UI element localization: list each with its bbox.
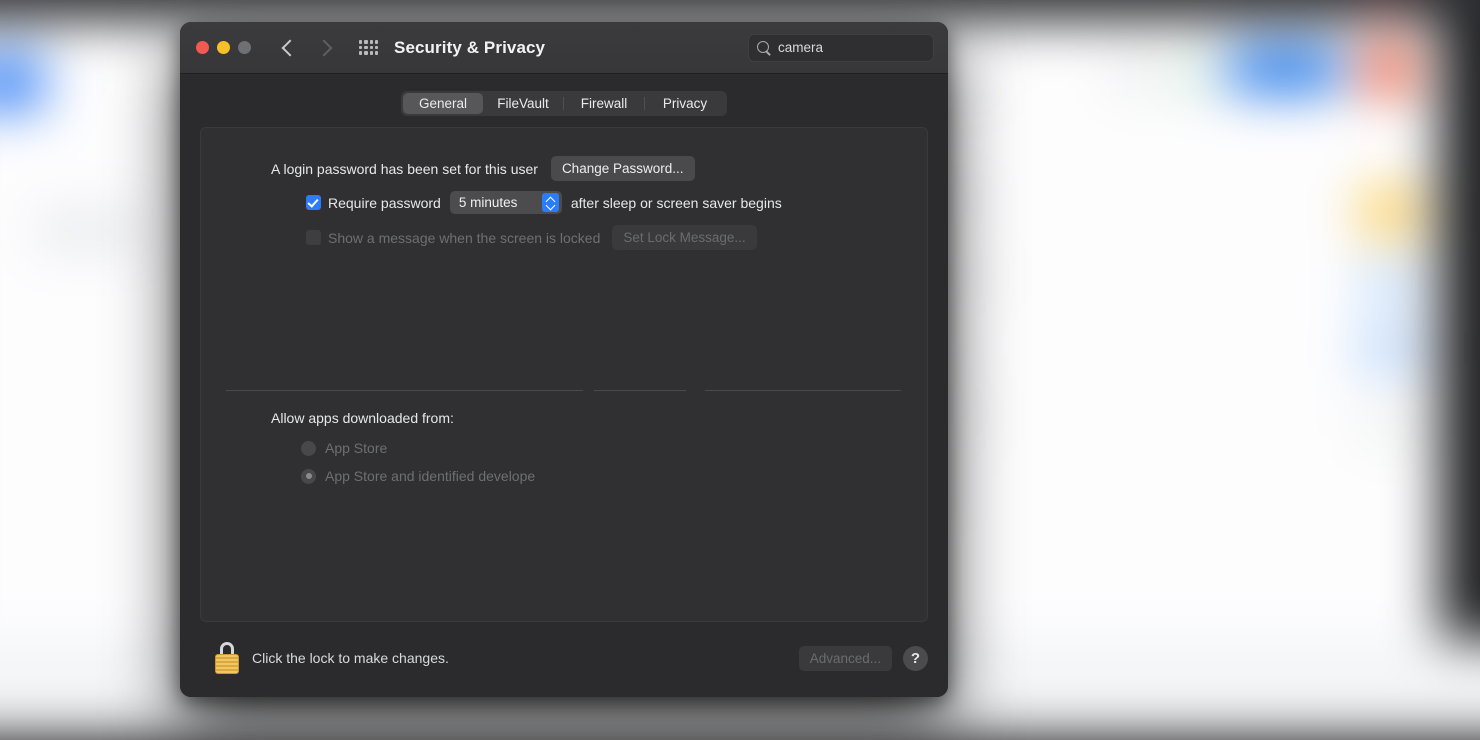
background-sidebar-accent <box>0 55 45 110</box>
search-input[interactable] <box>778 40 948 55</box>
app-store-radio-label: App Store <box>325 440 388 456</box>
search-field[interactable] <box>748 33 948 62</box>
tab-filevault[interactable]: FileVault <box>483 93 563 114</box>
require-password-row: Require password 5 minutes after sleep o… <box>226 191 902 214</box>
background-tile-blue-1 <box>1362 260 1414 304</box>
allow-apps-title: Allow apps downloaded from: <box>271 410 454 426</box>
preference-tabs: General FileVault Firewall Privacy <box>401 91 727 116</box>
navigation-buttons <box>279 39 333 57</box>
password-status-row: A login password has been set for this u… <box>226 156 902 181</box>
window-titlebar: Security & Privacy <box>180 22 948 74</box>
require-password-suffix-label: after sleep or screen saver begins <box>570 194 782 211</box>
window-bottom-bar: Click the lock to make changes. Advanced… <box>180 619 948 697</box>
background-tile-blue-2 <box>1358 325 1418 373</box>
background-menubar-red-item <box>1375 0 1397 11</box>
background-chip-2 <box>35 210 140 250</box>
show-all-grid-icon[interactable] <box>359 40 378 55</box>
require-password-interval-value: 5 minutes <box>458 195 518 210</box>
lock-message-label: Show a message when the screen is locked <box>328 229 601 246</box>
advanced-button[interactable]: Advanced... <box>798 645 892 671</box>
bottom-actions: Advanced... ? <box>798 645 928 671</box>
tab-privacy[interactable]: Privacy <box>645 93 725 114</box>
lock-message-checkbox[interactable] <box>306 230 321 245</box>
background-primary-button <box>1225 48 1345 92</box>
lock-body <box>215 654 239 674</box>
traffic-light-buttons <box>196 41 251 54</box>
background-chip-3 <box>940 65 1000 99</box>
lock-closed-icon[interactable] <box>214 642 240 674</box>
back-chevron-icon[interactable] <box>279 39 297 57</box>
require-password-checkbox[interactable] <box>306 195 321 210</box>
require-password-interval-dropdown[interactable]: 5 minutes <box>449 191 562 214</box>
minimize-button[interactable] <box>217 41 230 54</box>
page-title: Security & Privacy <box>394 37 546 57</box>
password-status-label: A login password has been set for this u… <box>271 160 538 177</box>
radio-option-app-store[interactable]: App Store <box>301 440 535 456</box>
background-tile-pale <box>1360 405 1415 443</box>
background-menu-bar <box>0 0 1480 20</box>
zoom-button[interactable] <box>238 41 251 54</box>
lock-hint-text: Click the lock to make changes. <box>252 650 449 666</box>
background-tile-yellow <box>1360 185 1418 239</box>
divider-segment-3 <box>705 390 901 391</box>
app-store-radio[interactable] <box>301 440 316 456</box>
divider-segment-1 <box>226 390 583 391</box>
require-password-label: Require password <box>328 194 441 211</box>
background-toolbar-chip-grey <box>1115 58 1150 90</box>
search-icon <box>757 40 771 55</box>
set-lock-message-button[interactable]: Set Lock Message... <box>612 225 757 250</box>
stepper-chevrons-icon[interactable] <box>541 193 559 212</box>
app-store-identified-radio-label: App Store and identified develope <box>325 468 536 484</box>
general-settings-panel: A login password has been set for this u… <box>200 127 928 622</box>
window-body: General FileVault Firewall Privacy A log… <box>180 74 948 697</box>
app-store-identified-radio[interactable] <box>301 468 316 484</box>
allow-apps-radio-group: App Store App Store and identified devel… <box>301 440 535 496</box>
change-password-button[interactable]: Change Password... <box>550 156 695 181</box>
help-button[interactable]: ? <box>903 645 928 671</box>
forward-chevron-icon[interactable] <box>315 39 333 57</box>
lock-message-row: Show a message when the screen is locked… <box>226 225 902 250</box>
background-right-edge <box>1440 18 1480 718</box>
close-button[interactable] <box>196 41 209 54</box>
background-avatar-circle <box>1360 43 1415 98</box>
security-privacy-window: Security & Privacy General FileVault Fir… <box>180 22 948 697</box>
divider-segment-2 <box>594 390 686 391</box>
radio-option-app-store-identified[interactable]: App Store and identified develope <box>301 468 535 484</box>
background-toolbar-chip-green <box>1170 58 1212 92</box>
tab-general[interactable]: General <box>403 93 483 114</box>
tab-firewall[interactable]: Firewall <box>564 93 644 114</box>
section-divider <box>226 390 902 391</box>
